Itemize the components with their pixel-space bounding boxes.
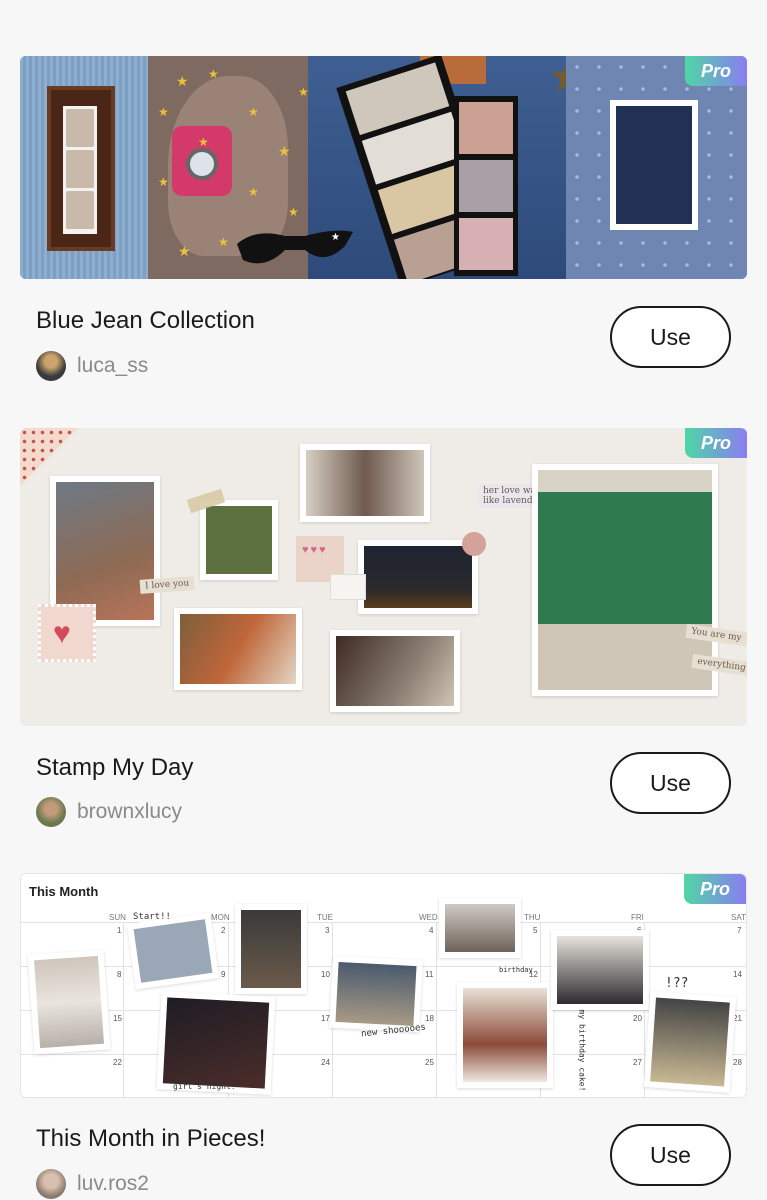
outfit-photo <box>439 898 521 958</box>
street-photo <box>235 904 307 994</box>
date-number: 27 <box>633 1058 642 1067</box>
scribble-birthday-cake: my birthday cake! <box>577 1009 587 1092</box>
template-author[interactable]: luv.ros2 <box>36 1169 149 1199</box>
svg-text:★: ★ <box>198 135 209 149</box>
date-number: 20 <box>633 1014 642 1023</box>
date-number: 18 <box>425 1014 434 1023</box>
author-name: luca_ss <box>77 354 149 377</box>
template-author[interactable]: luca_ss <box>36 351 148 381</box>
portrait-photo <box>300 444 430 522</box>
table-photo <box>330 630 460 712</box>
template-preview-image[interactable]: ★★ ★★ ★★ ★★ ★★ ★★ ★ ★ <box>20 56 747 279</box>
svg-text:★: ★ <box>178 243 191 259</box>
cake-photo <box>457 982 553 1088</box>
date-number: 14 <box>733 970 742 979</box>
envelope-icon <box>330 574 366 600</box>
scribble-girls-night: girl's night! <box>173 1082 236 1091</box>
date-number: 11 <box>425 970 434 979</box>
star-denim-background <box>566 56 747 279</box>
svg-text:★: ★ <box>208 67 219 81</box>
date-number: 2 <box>221 926 226 935</box>
date-number: 24 <box>321 1058 330 1067</box>
pro-badge: Pro <box>685 56 747 86</box>
avatar <box>36 1169 66 1199</box>
template-author[interactable]: brownxlucy <box>36 797 182 827</box>
date-number: 22 <box>113 1058 122 1067</box>
day-header: MON <box>211 913 230 922</box>
skirt-photo <box>174 608 302 690</box>
stamp-photo <box>610 100 698 230</box>
scribble-question: !?? <box>665 976 689 991</box>
film-strip-2 <box>454 96 518 276</box>
selfie-photo <box>551 930 649 1010</box>
day-header: FRI <box>631 913 644 922</box>
use-button[interactable]: Use <box>610 752 731 814</box>
scribble-birthday: birthday <box>499 966 533 974</box>
author-name: luv.ros2 <box>77 1172 149 1195</box>
bagel-photo <box>126 912 220 990</box>
date-number: 5 <box>533 926 538 935</box>
svg-text:★: ★ <box>158 175 169 189</box>
photobooth-frame <box>47 86 115 251</box>
template-title: This Month in Pieces! <box>36 1125 266 1152</box>
day-header: SUN <box>109 913 126 922</box>
table-photo <box>643 991 737 1093</box>
wax-seal-icon <box>462 532 486 556</box>
avatar <box>36 351 66 381</box>
plant-photo <box>200 500 278 580</box>
green-door-photo <box>532 464 718 696</box>
svg-text:★: ★ <box>176 73 189 89</box>
use-button[interactable]: Use <box>610 306 731 368</box>
svg-text:★: ★ <box>248 105 259 119</box>
day-header: SAT <box>731 913 746 922</box>
date-number: 10 <box>321 970 330 979</box>
date-number: 7 <box>737 926 742 935</box>
use-button[interactable]: Use <box>610 1124 731 1186</box>
pro-badge: Pro <box>684 874 746 904</box>
day-header: THU <box>524 913 541 922</box>
night-photo <box>156 991 276 1095</box>
svg-text:★: ★ <box>248 185 259 199</box>
svg-text:★: ★ <box>158 105 169 119</box>
calendar-heading: This Month <box>29 884 99 899</box>
svg-text:★: ★ <box>331 232 340 243</box>
pro-badge: Pro <box>685 428 747 458</box>
avatar <box>36 797 66 827</box>
heart-stamp: ♥ <box>38 604 96 662</box>
day-header: TUE <box>317 913 333 922</box>
svg-text:★: ★ <box>298 85 308 99</box>
date-number: 25 <box>425 1058 434 1067</box>
date-number: 15 <box>113 1014 122 1023</box>
date-number: 1 <box>117 926 122 935</box>
template-card-stamp-my-day[interactable]: ♥ ♥♥♥ I love you her love was like laven… <box>0 420 767 860</box>
template-preview-image[interactable]: ♥ ♥♥♥ I love you her love was like laven… <box>20 428 747 726</box>
date-number: 28 <box>733 1058 742 1067</box>
date-number: 8 <box>117 970 122 979</box>
author-name: brownxlucy <box>77 800 183 823</box>
template-title: Stamp My Day <box>36 754 194 781</box>
date-number: 9 <box>221 970 226 979</box>
svg-text:★: ★ <box>278 143 291 159</box>
scribble-start: Start!! <box>133 912 171 922</box>
date-number: 3 <box>325 926 330 935</box>
template-card-this-month[interactable]: This Month SUN MON TUE WED THU FRI SAT 1… <box>0 860 767 1200</box>
svg-text:★: ★ <box>288 205 299 219</box>
day-header: WED <box>419 913 438 922</box>
sunglasses-icon: ★ <box>237 230 353 264</box>
shoes-photo <box>329 955 423 1033</box>
night-sea-photo <box>358 540 478 614</box>
corduroy-background <box>20 56 148 279</box>
date-number: 4 <box>429 926 434 935</box>
svg-text:★: ★ <box>218 235 229 249</box>
note-i-love-you: I love you <box>139 576 195 594</box>
template-card-blue-jean[interactable]: ★★ ★★ ★★ ★★ ★★ ★★ ★ ★ <box>0 0 767 420</box>
template-title: Blue Jean Collection <box>36 307 255 334</box>
coffee-photo <box>27 949 111 1055</box>
template-preview-image[interactable]: This Month SUN MON TUE WED THU FRI SAT 1… <box>20 873 747 1098</box>
